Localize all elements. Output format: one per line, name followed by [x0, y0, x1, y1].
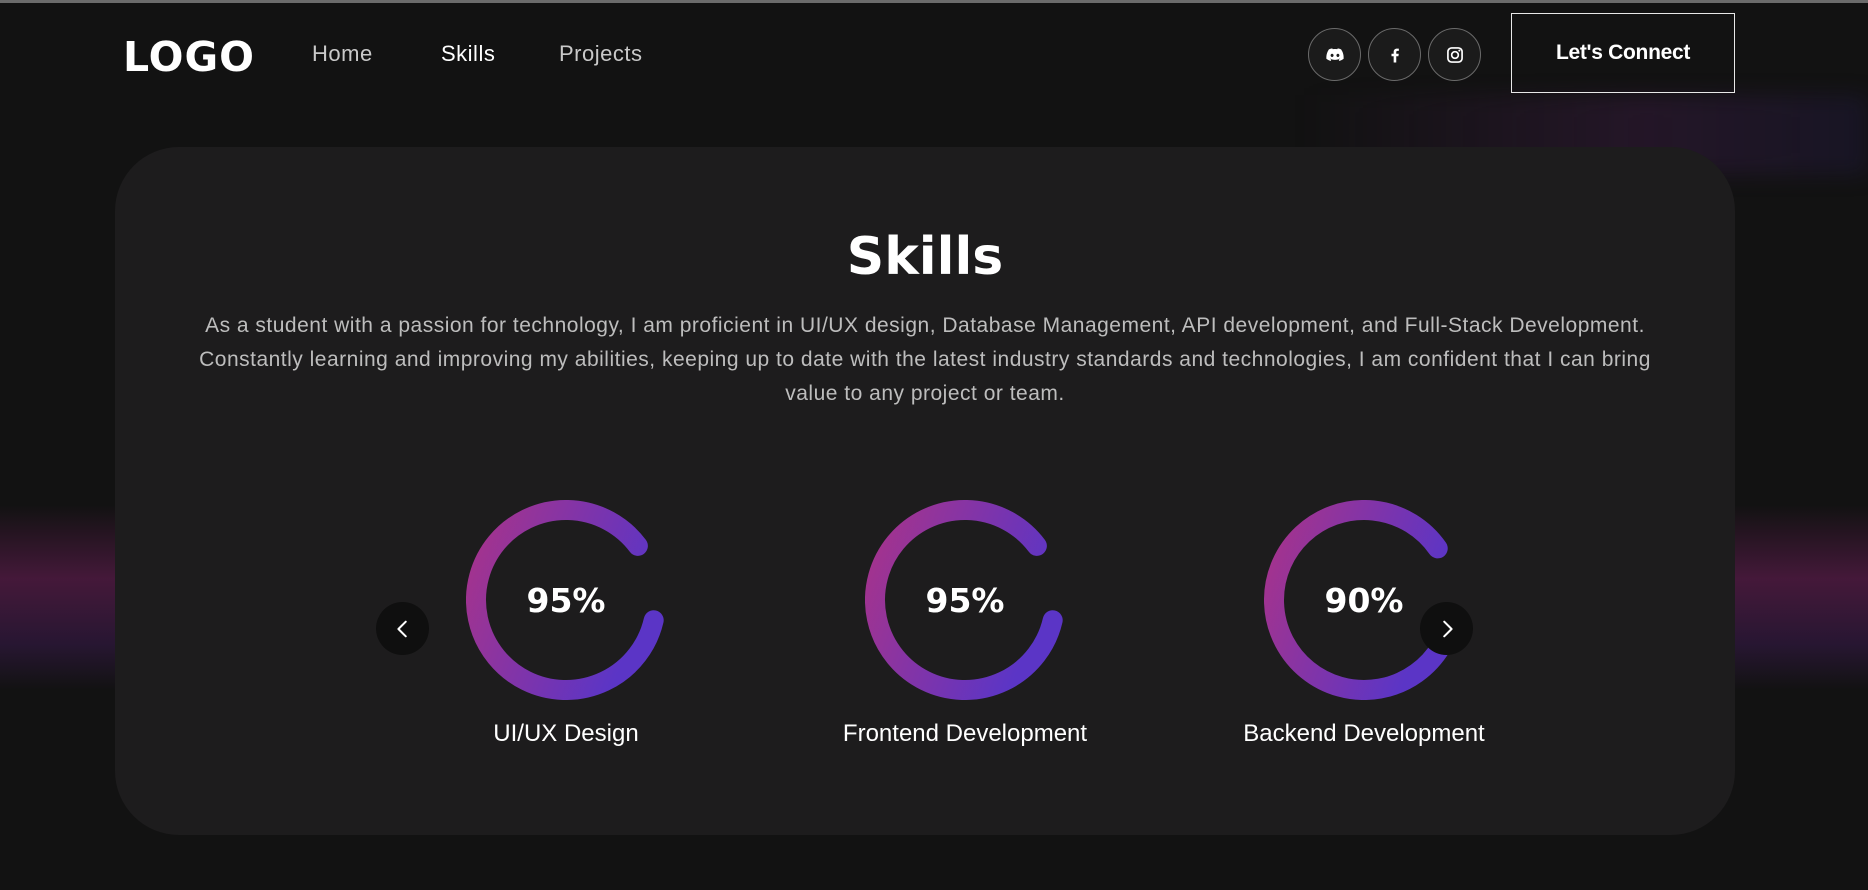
chevron-right-icon	[1442, 620, 1453, 637]
skill-label: Frontend Development	[842, 720, 1088, 747]
skill-percent: 95%	[526, 580, 606, 620]
facebook-button[interactable]	[1368, 28, 1421, 81]
skill-progress-ring: 90%	[1264, 500, 1464, 700]
discord-icon	[1325, 47, 1344, 61]
facebook-icon	[1391, 48, 1399, 62]
carousel-next-button[interactable]	[1420, 602, 1473, 655]
skills-card: Skills As a student with a passion for t…	[115, 147, 1735, 835]
skill-item: 95% UI/UX Design	[406, 500, 726, 748]
skill-progress-ring: 95%	[865, 500, 1065, 700]
skill-item: 95% Frontend Development	[805, 500, 1125, 748]
discord-button[interactable]	[1308, 28, 1361, 81]
nav-link-projects[interactable]: Projects	[559, 41, 642, 67]
skill-percent: 90%	[1324, 580, 1404, 620]
skill-item: 90% Backend Development	[1204, 500, 1524, 748]
skill-percent: 95%	[925, 580, 1005, 620]
nav-link-skills[interactable]: Skills	[441, 41, 495, 67]
skill-label: UI/UX Design	[493, 720, 639, 747]
page: LOGO Home Skills Projects Let's Connect …	[0, 0, 1868, 890]
skills-title: Skills	[846, 227, 1004, 287]
logo[interactable]: LOGO	[123, 33, 255, 81]
skills-description: As a student with a passion for technolo…	[199, 314, 1651, 405]
instagram-button[interactable]	[1428, 28, 1481, 81]
skill-progress-ring: 95%	[466, 500, 666, 700]
instagram-icon	[1446, 46, 1463, 63]
nav-link-home[interactable]: Home	[312, 41, 373, 67]
navbar: LOGO Home Skills Projects Let's Connect	[0, 3, 1868, 103]
skill-label: Backend Development	[1243, 720, 1485, 747]
lets-connect-button[interactable]: Let's Connect	[1511, 13, 1735, 93]
